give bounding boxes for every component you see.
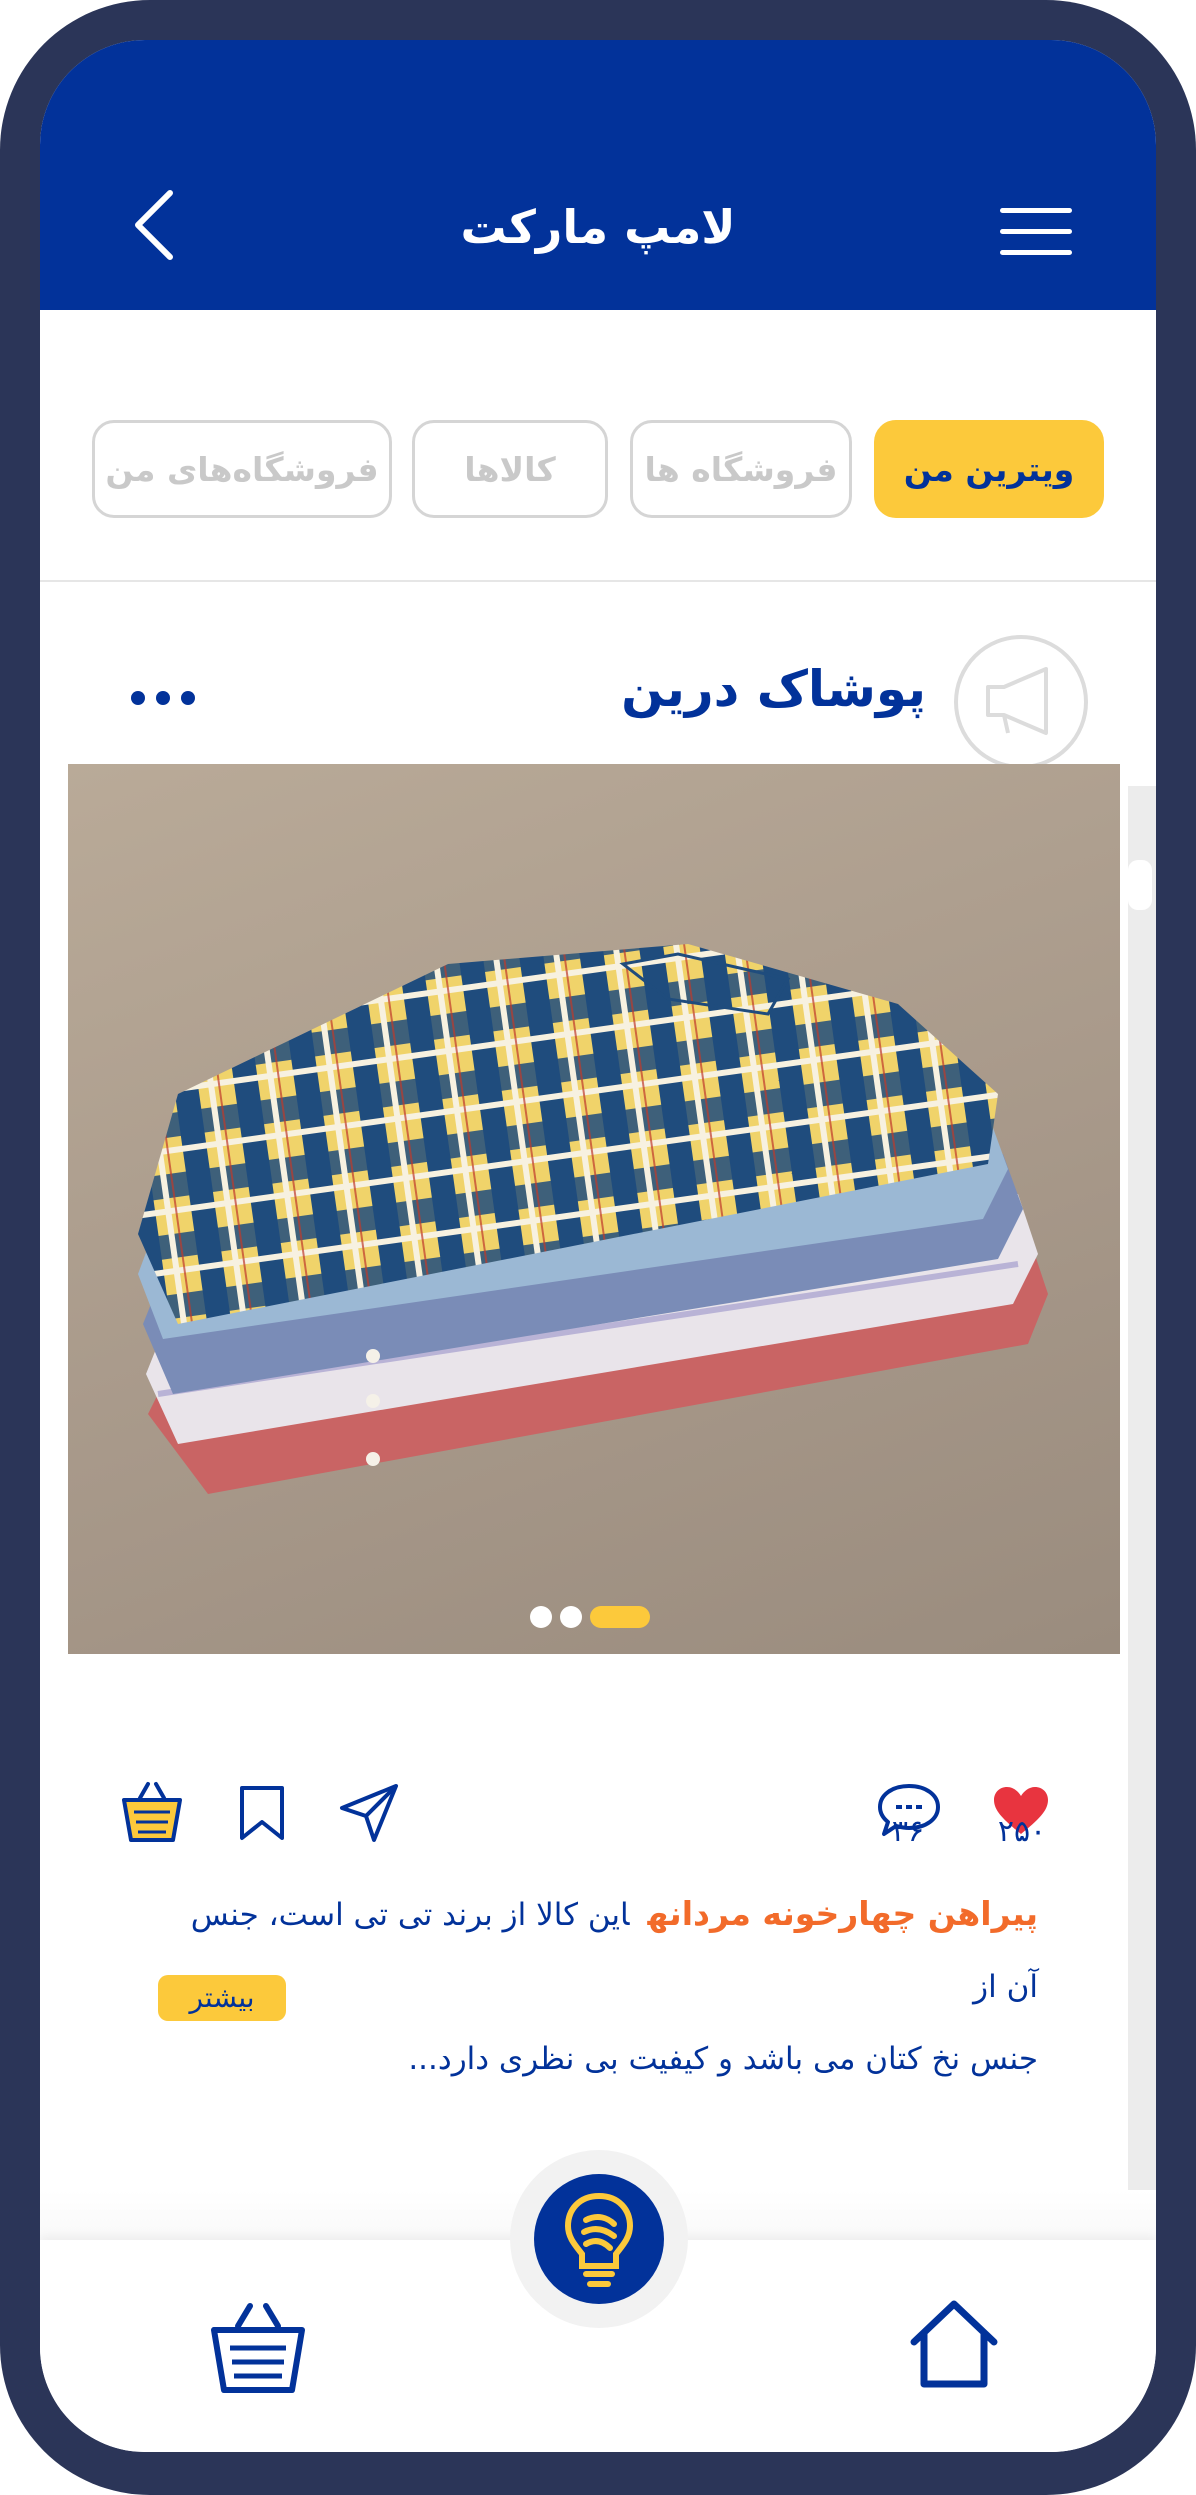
basket-icon[interactable]	[118, 1780, 186, 1846]
description-line-2: جنس نخ کتان می باشد و کیفیت بی نظری دارد…	[158, 2023, 1038, 2095]
home-icon[interactable]	[906, 2296, 1002, 2392]
description-text-2: جنس نخ کتان می باشد و کیفیت بی نظری دارد…	[408, 2041, 1038, 2077]
bookmark-icon[interactable]	[236, 1784, 288, 1842]
product-name[interactable]: پیراهن چهارخونه مردانه	[648, 1894, 1038, 1933]
tab-bar: ویترین من فروشگاه ها کالاها فروشگاه‌های …	[40, 310, 1156, 582]
hamburger-icon	[1000, 208, 1072, 255]
scrollbar-thumb[interactable]	[1128, 860, 1152, 910]
shirts-stack-image	[138, 944, 1048, 1494]
description-line-1: پیراهن چهارخونه مردانهاین کالا از برند ت…	[158, 1878, 1038, 2023]
center-lamp-button[interactable]	[534, 2174, 664, 2304]
carousel-dot[interactable]	[530, 1606, 552, 1628]
post-description: پیراهن چهارخونه مردانهاین کالا از برند ت…	[158, 1878, 1038, 2095]
carousel-dot[interactable]	[560, 1606, 582, 1628]
menu-button[interactable]	[1000, 208, 1072, 260]
store-avatar[interactable]	[954, 635, 1088, 769]
tab-stores[interactable]: فروشگاه ها	[630, 420, 852, 518]
store-name[interactable]: پوشاک درین	[621, 660, 926, 718]
carousel-dot-active[interactable]	[590, 1606, 650, 1628]
carousel-indicator[interactable]	[530, 1606, 660, 1630]
read-more-button[interactable]: بیشتر	[158, 1975, 286, 2021]
app-title: لامپ مارکت	[460, 200, 736, 254]
lamp-icon	[564, 2192, 634, 2287]
tab-my-showcase[interactable]: ویترین من	[874, 420, 1104, 518]
ellipsis-icon[interactable]	[128, 688, 198, 708]
like-count: ۲۵۰	[997, 1814, 1047, 1849]
top-app-bar: لامپ مارکت	[40, 40, 1156, 310]
tab-my-stores[interactable]: فروشگاه‌های من	[92, 420, 392, 518]
scrollbar[interactable]	[1128, 786, 1156, 2236]
comment-count: ۳۶	[891, 1814, 925, 1849]
tab-products[interactable]: کالاها	[412, 420, 608, 518]
megaphone-icon	[986, 667, 1048, 735]
basket-nav-icon[interactable]	[206, 2300, 310, 2396]
app-screen: لامپ مارکت ویترین من فروشگاه ها کالاها ف…	[40, 40, 1156, 2452]
post-image[interactable]	[68, 764, 1120, 1654]
send-icon[interactable]	[336, 1780, 402, 1846]
phone-frame: لامپ مارکت ویترین من فروشگاه ها کالاها ف…	[0, 0, 1196, 2495]
